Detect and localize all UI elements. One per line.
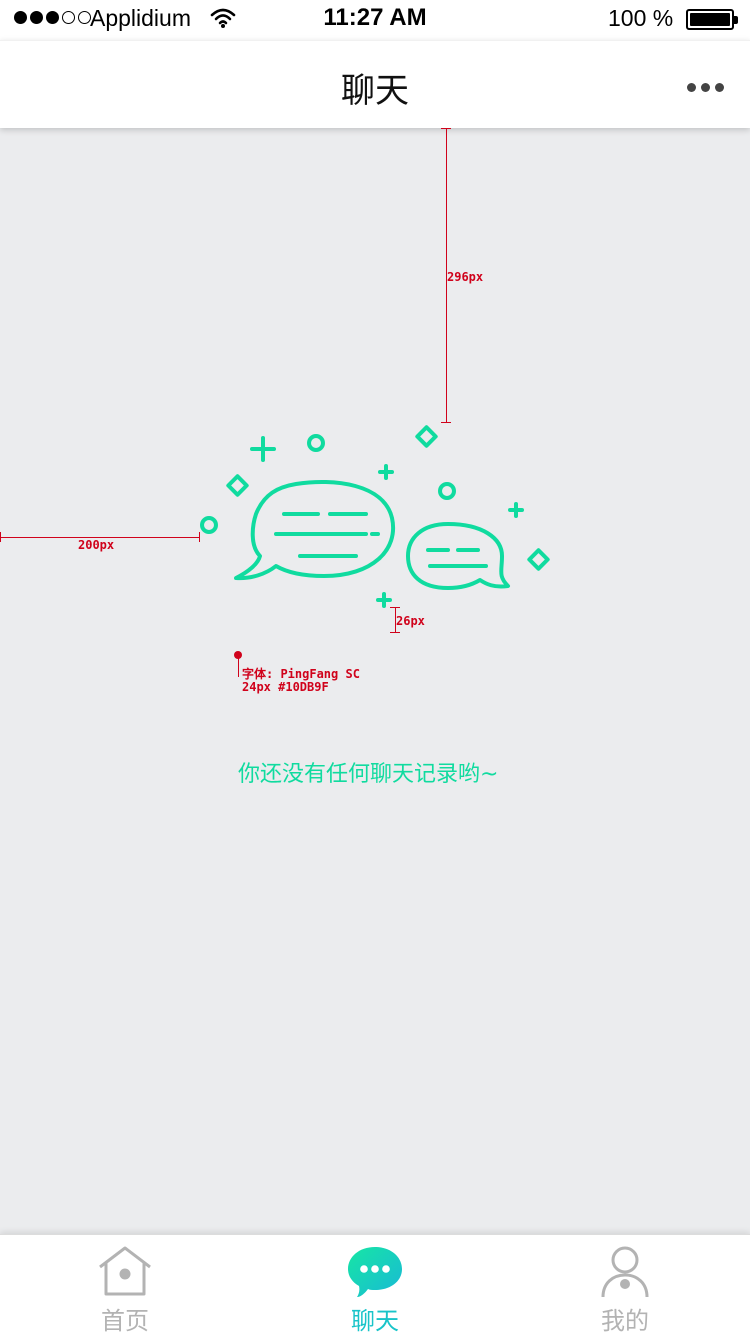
page-title: 聊天 (341, 71, 409, 111)
tab-me-label: 我的 (601, 1307, 649, 1334)
tab-home-label: 首页 (101, 1307, 149, 1334)
navigation-bar: 聊天 (0, 40, 750, 128)
annotation-top-spacing: 296px (447, 270, 484, 284)
tab-bar: 首页 聊天 我的 (0, 1234, 750, 1334)
battery-icon (686, 9, 738, 30)
chat-icon (348, 1247, 402, 1297)
tab-chat-label: 聊天 (351, 1307, 399, 1334)
tab-me[interactable]: 我的 (500, 1235, 750, 1334)
tab-chat[interactable]: 聊天 (250, 1235, 500, 1334)
home-icon (99, 1246, 151, 1296)
battery-percentage: 100 % (608, 5, 674, 31)
tab-home[interactable]: 首页 (0, 1235, 250, 1334)
empty-state-message: 你还没有任何聊天记录哟~ (238, 762, 499, 787)
status-bar: Applidium 11:27 AM 100 % (0, 0, 750, 40)
annotation-font-size-color: 24px #10DB9F (242, 680, 329, 694)
chat-bubbles-icon (200, 425, 550, 608)
annotation-line-vertical (238, 655, 239, 677)
annotation-left-spacing: 200px (78, 538, 115, 552)
annotation-tick (441, 422, 451, 423)
chat-list-empty-area: 你还没有任何聊天记录哟~ 296px 200px 26px 字体: PingFa… (0, 128, 750, 1234)
annotation-tick (199, 532, 200, 542)
more-options-icon[interactable] (687, 83, 724, 92)
annotation-tick (390, 632, 400, 633)
annotation-text-gap: 26px (396, 614, 425, 628)
user-icon (601, 1246, 649, 1298)
